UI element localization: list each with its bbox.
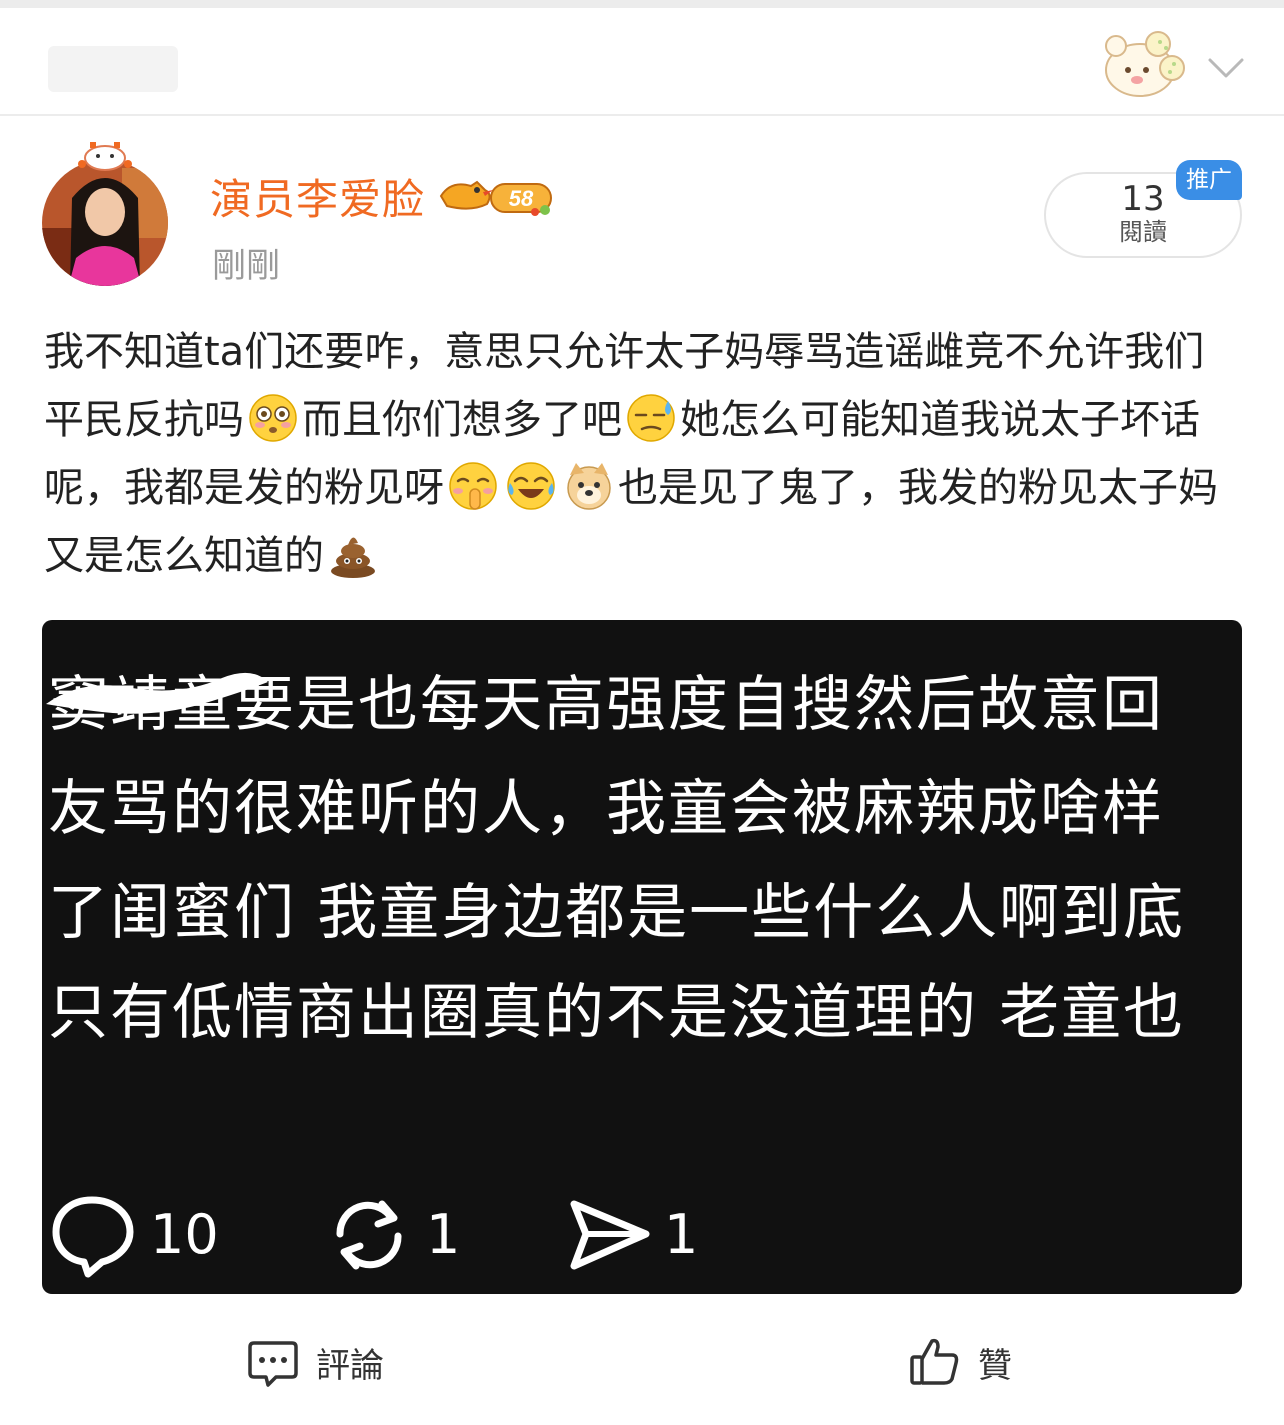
screenshot-line: 友骂的很难听的人，我童会被麻辣成啥样 — [48, 774, 1164, 844]
embedded-screenshot[interactable]: 窦靖童要是也每天高强度自搜然后故意回 友骂的很难听的人，我童会被麻辣成啥样 了闺… — [42, 620, 1242, 1294]
comment-button[interactable]: 評論 — [246, 1322, 384, 1402]
comment-icon — [248, 1341, 298, 1387]
like-button[interactable]: 贊 — [908, 1322, 1012, 1402]
screenshot-reposts-count: 1 — [426, 1203, 461, 1266]
screenshot-comments-count: 10 — [150, 1203, 219, 1266]
shush-emoji-icon — [449, 462, 497, 510]
screenshot-shares-count: 1 — [664, 1203, 699, 1266]
poop-emoji-icon — [331, 537, 375, 578]
username-row: 演员李爱脸 58 — [210, 168, 555, 224]
post-body: 我不知道ta们还要咋，意思只允许太子妈辱骂造谣雌竞不允许我们平民反抗吗 而且你们… — [44, 318, 1244, 590]
screenshot-line: 了闺蜜们 我童身边都是一些什么人啊到底 — [48, 878, 1186, 948]
sweat-emoji-icon — [627, 394, 675, 442]
doge-emoji-icon — [567, 463, 611, 510]
level-badge-icon[interactable]: 58 — [437, 172, 555, 220]
flushed-emoji-icon — [249, 394, 297, 442]
post-text-segment: 而且你们想多了吧 — [302, 397, 622, 443]
status-strip — [0, 0, 1284, 8]
thumbs-up-icon — [910, 1338, 959, 1385]
comment-bubble-icon — [52, 1196, 134, 1278]
like-label: 贊 — [978, 1345, 1012, 1386]
laughing-tears-emoji-icon — [507, 462, 555, 510]
blurred-title — [48, 46, 178, 92]
level-badge-number: 58 — [509, 186, 534, 211]
send-icon — [570, 1200, 650, 1270]
bottom-action-bar: 評論 贊 — [0, 1322, 1284, 1402]
scribble-redaction — [46, 672, 268, 714]
username[interactable]: 演员李爱脸 — [210, 166, 425, 227]
comment-label: 評論 — [316, 1345, 384, 1386]
bear-sticker-icon[interactable] — [1096, 24, 1188, 104]
read-count-label: 閱讀 — [1119, 218, 1167, 246]
repost-icon — [336, 1200, 402, 1270]
promo-badge[interactable]: 推广 — [1176, 160, 1242, 200]
top-bar — [0, 8, 1284, 116]
avatar[interactable] — [42, 138, 168, 286]
post-time: 剛剛 — [212, 246, 280, 286]
screenshot-action-bar: 10 1 1 — [42, 1190, 1242, 1280]
screenshot-line: 只有低情商出圈真的不是没道理的 老童也 — [48, 978, 1186, 1048]
chevron-down-icon[interactable] — [1204, 48, 1248, 88]
